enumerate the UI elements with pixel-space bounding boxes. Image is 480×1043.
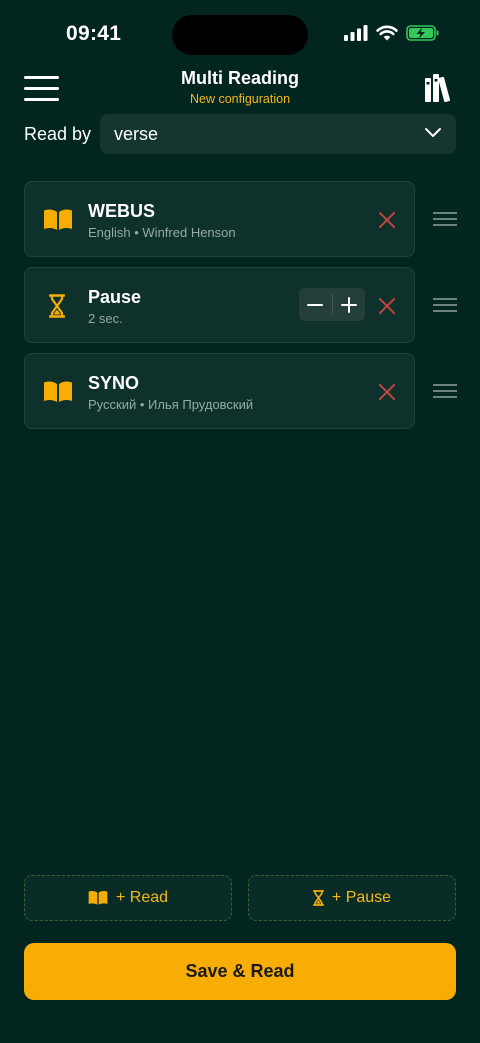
cellular-signal-icon (344, 25, 368, 41)
decrement-minus-icon[interactable] (299, 288, 331, 321)
item-subtitle: Русский • Илья Прудовский (88, 397, 254, 412)
remove-x-icon[interactable] (378, 383, 396, 401)
app-header: Multi Reading New configuration (0, 60, 480, 116)
drag-handle-icon[interactable] (433, 212, 457, 226)
drag-handle-icon[interactable] (433, 384, 457, 398)
add-pause-button[interactable]: + Pause (248, 875, 456, 921)
hourglass-icon (49, 294, 65, 318)
reading-item-card[interactable]: SYNO Русский • Илья Прудовский (24, 353, 415, 429)
reading-item-card[interactable]: WEBUS English • Winfred Henson (24, 181, 415, 257)
remove-x-icon[interactable] (378, 211, 396, 229)
item-title: SYNO (88, 373, 140, 393)
item-title: WEBUS (88, 201, 155, 221)
item-title: Pause (88, 287, 142, 307)
page-subtitle: New configuration (189, 92, 291, 106)
read-by-select[interactable]: verse (100, 114, 456, 154)
remove-x-icon[interactable] (378, 297, 396, 315)
increment-plus-icon[interactable] (333, 288, 365, 321)
pause-item-card[interactable]: Pause 2 sec. (24, 267, 415, 343)
drag-handle-icon[interactable] (433, 298, 457, 312)
page-title: Multi Reading (181, 68, 299, 88)
wifi-icon (376, 25, 398, 41)
header-title-group: Multi Reading New configuration (0, 68, 480, 106)
battery-charging-icon (406, 25, 439, 41)
add-read-label: + Read (115, 889, 169, 906)
add-read-button[interactable]: + Read (24, 875, 232, 921)
open-book-icon (44, 381, 72, 402)
status-icons (344, 25, 440, 41)
add-pause-label: + Pause (331, 889, 392, 906)
save-and-read-button[interactable]: Save & Read (24, 943, 456, 1000)
chevron-down-icon (425, 128, 441, 137)
item-subtitle: English • Winfred Henson (88, 225, 236, 240)
pause-duration-stepper (299, 288, 365, 321)
open-book-icon (44, 209, 72, 230)
dynamic-island (172, 15, 308, 55)
read-by-value: verse (114, 124, 159, 144)
save-and-read-label: Save & Read (185, 961, 295, 981)
read-by-row: Read by verse (24, 114, 456, 154)
status-time: 09:41 (66, 22, 122, 45)
read-by-label: Read by (24, 124, 92, 144)
open-book-icon (88, 891, 108, 905)
item-subtitle: 2 sec. (88, 311, 123, 326)
library-books-icon[interactable] (424, 74, 454, 103)
hourglass-icon (312, 890, 324, 906)
